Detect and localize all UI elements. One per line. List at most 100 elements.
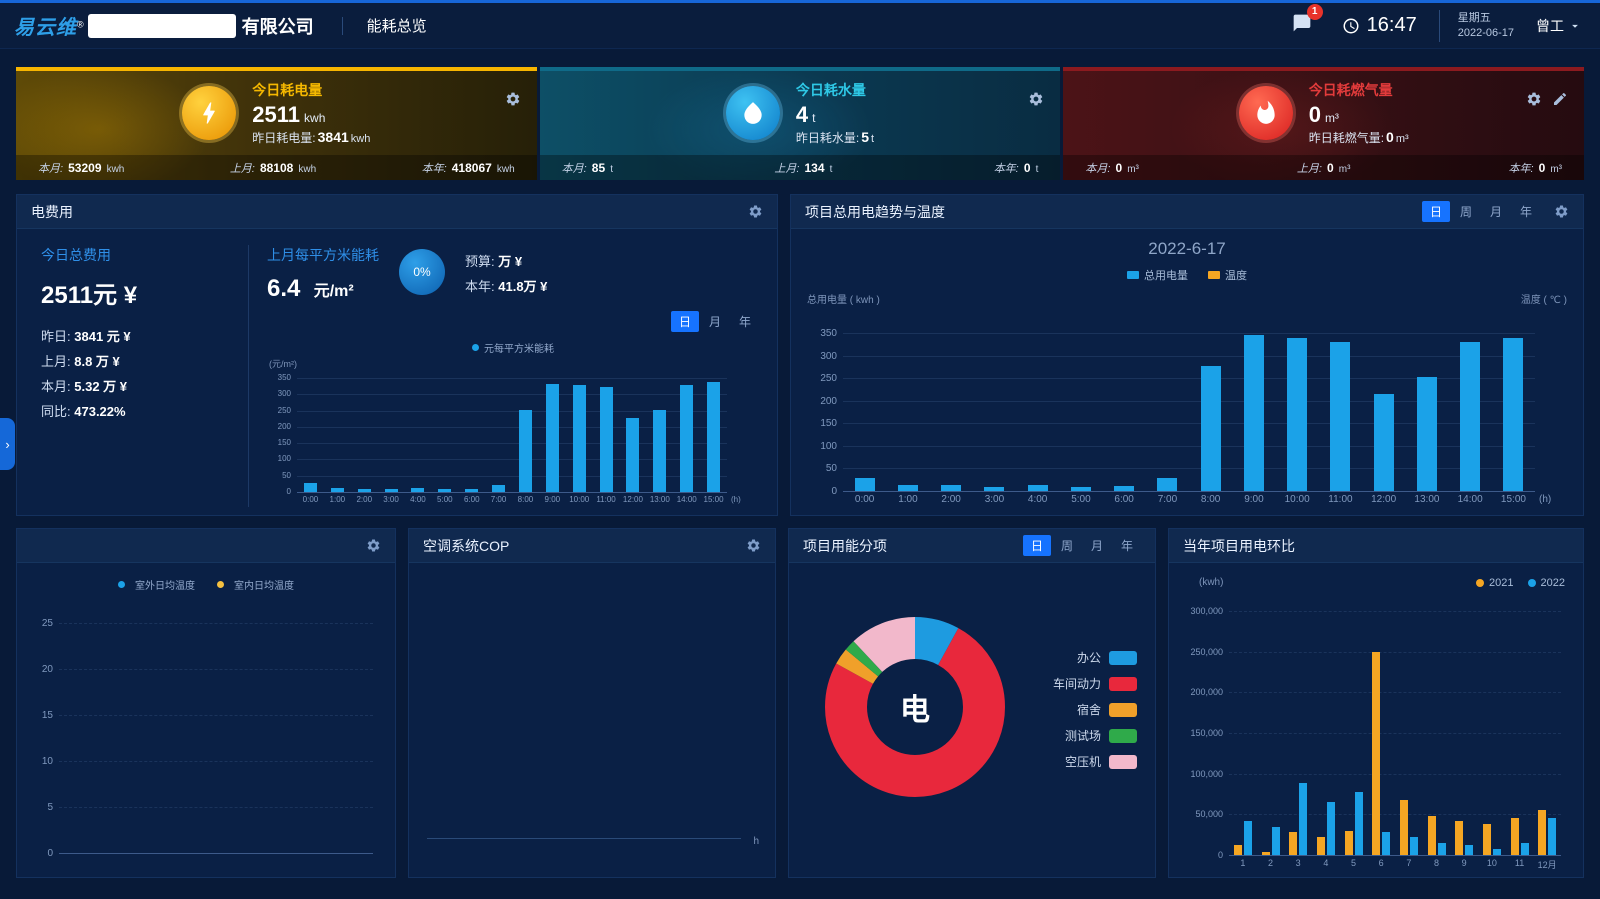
cost-chart-legend[interactable]: 元每平方米能耗 [267, 340, 759, 355]
y-axis-unit: (元/m²) [269, 357, 297, 370]
tab-month[interactable]: 月 [1083, 535, 1111, 556]
gear-icon[interactable] [1028, 91, 1044, 107]
cost-row: 昨日: 3841 元 ¥ [41, 324, 240, 349]
kpi-stats-strip: 本月: 0 m³ 上月: 0 m³ 本年: 0 m³ [1063, 155, 1584, 180]
stat-month: 本月: 85 t [562, 160, 613, 176]
stat-year: 本年: 0 t [994, 160, 1039, 176]
breakdown-tabs: 日 周 月 年 [1023, 535, 1141, 556]
topbar-divider [342, 17, 343, 35]
gear-icon[interactable] [746, 538, 761, 553]
logo-text: 易云维 [14, 17, 77, 39]
x-axis-line [427, 838, 741, 839]
energy-breakdown-panel: 项目用能分项 日 周 月 年 电 办公 车间动力 宿舍 测试场 空压机 [788, 528, 1156, 878]
y-axis-unit: (kwh) [1199, 577, 1223, 589]
axis-labels: 总用电量 ( kwh ) 温度 ( ℃ ) [791, 283, 1583, 306]
left-axis-label: 总用电量 ( kwh ) [807, 291, 880, 306]
user-menu[interactable]: 曾工 [1536, 16, 1582, 36]
sqm-energy-block: 上月每平方米能耗 6.4 元/m² [267, 245, 379, 317]
tab-month[interactable]: 月 [701, 311, 729, 332]
stat-year: 本年: 0 m³ [1508, 160, 1562, 176]
right-axis-label: 温度 ( ℃ ) [1521, 291, 1567, 306]
legend-dot [118, 581, 125, 588]
legend-swatch [1109, 651, 1137, 665]
kpi-stats-strip: 本月: 85 t 上月: 134 t 本年: 0 t [540, 155, 1061, 180]
kpi-value: 2511 [252, 102, 300, 127]
chevron-down-icon [1568, 19, 1582, 33]
budget-gauge: 0% [399, 249, 445, 295]
tab-day[interactable]: 日 [1023, 535, 1051, 556]
stat-last-month: 上月: 88108 kwh [230, 160, 316, 176]
gear-icon[interactable] [366, 538, 381, 553]
legend-item[interactable]: 室外日均温度 [118, 577, 195, 592]
water-drop-icon [726, 86, 780, 140]
edit-icon[interactable] [1552, 91, 1568, 107]
flame-icon [1239, 86, 1293, 140]
pie-legend-item[interactable]: 宿舍 [1053, 701, 1137, 718]
legend-swatch [1127, 271, 1139, 279]
cost-per-sqm-chart: 0501001502002503003500:001:002:003:004:0… [267, 372, 757, 507]
pie-legend-item[interactable]: 办公 [1053, 649, 1137, 666]
gear-icon[interactable] [1554, 204, 1569, 219]
stat-month: 本月: 0 m³ [1085, 160, 1139, 176]
menu-energy-overview[interactable]: 能耗总览 [367, 15, 427, 36]
power-trend-chart: 0501001502002503003500:001:002:003:004:0… [803, 327, 1571, 511]
tab-year[interactable]: 年 [731, 311, 759, 332]
legend-item[interactable]: 总用电量 [1127, 267, 1188, 283]
kpi-value: 4 [796, 102, 808, 127]
electricity-cost-panel: 电费用 今日总费用 2511元 ¥ 昨日: 3841 元 ¥ 上月: 8.8 万… [16, 194, 778, 516]
tab-month[interactable]: 月 [1482, 201, 1510, 222]
x-axis-unit: h [753, 836, 759, 847]
kpi-unit: m³ [1325, 111, 1339, 125]
kpi-yesterday: 昨日耗电量:3841kwh [252, 129, 370, 146]
stat-month: 本月: 53209 kwh [38, 160, 124, 176]
clock-icon [1342, 17, 1360, 35]
legend-item[interactable]: 温度 [1208, 267, 1247, 283]
legend-swatch [1109, 755, 1137, 769]
tab-year[interactable]: 年 [1113, 535, 1141, 556]
legend-dot [1528, 579, 1536, 587]
kpi-yesterday: 昨日耗水量:5t [796, 129, 874, 146]
pie-legend-item[interactable]: 测试场 [1053, 727, 1137, 744]
cost-chart-tabs: 日 月 年 [671, 311, 759, 332]
kpi-title: 今日耗电量 [252, 80, 370, 100]
legend-item[interactable]: 2021 [1476, 577, 1513, 589]
yoy-legend: 2021 2022 [1476, 577, 1565, 589]
temperature-legend: 室外日均温度 室内日均温度 [17, 563, 395, 592]
messages-button[interactable]: 1 [1292, 13, 1312, 38]
daily-temperature-panel: 室外日均温度 室内日均温度 0510152025 [16, 528, 396, 878]
panel-title: 项目用能分项 [803, 536, 887, 556]
sidebar-expander[interactable]: › [0, 418, 15, 470]
kpi-stats-strip: 本月: 53209 kwh 上月: 88108 kwh 本年: 418067 k… [16, 155, 537, 180]
gear-icon[interactable] [748, 204, 763, 219]
tab-year[interactable]: 年 [1512, 201, 1540, 222]
power-trend-panel: 项目总用电趋势与温度 日 周 月 年 2022-6-17 总用电量 [790, 194, 1584, 516]
logo: 易云维® [14, 11, 84, 40]
stat-last-month: 上月: 0 m³ [1297, 160, 1351, 176]
kpi-card-electricity: 今日耗电量 2511 kwh 昨日耗电量:3841kwh 本月: 53209 kw… [16, 67, 537, 180]
yoy-bar-chart: 050,000100,000150,000200,000250,000300,0… [1177, 605, 1571, 871]
budget-block: 预算: 万 ¥ 本年: 41.8万 ¥ [465, 249, 547, 299]
pie-legend-item[interactable]: 空压机 [1053, 753, 1137, 770]
dashboard-root: 易云维® 有限公司 能耗总览 1 16:47 星期五 2022- [0, 0, 1600, 899]
current-time: 16:47 [1367, 14, 1417, 37]
gear-icon[interactable] [505, 91, 521, 107]
kpi-unit: kwh [304, 111, 325, 125]
legend-item[interactable]: 室内日均温度 [217, 577, 294, 592]
pie-legend-item[interactable]: 车间动力 [1053, 675, 1137, 692]
gear-icon[interactable] [1526, 91, 1542, 107]
topbar: 易云维® 有限公司 能耗总览 1 16:47 星期五 2022- [0, 3, 1600, 49]
middle-row: 电费用 今日总费用 2511元 ¥ 昨日: 3841 元 ¥ 上月: 8.8 万… [16, 194, 1584, 516]
tab-day[interactable]: 日 [671, 311, 699, 332]
tab-week[interactable]: 周 [1452, 201, 1480, 222]
today-cost-label: 今日总费用 [41, 245, 240, 265]
chart-date-title: 2022-6-17 [791, 239, 1583, 259]
legend-swatch [1109, 729, 1137, 743]
tab-day[interactable]: 日 [1422, 201, 1450, 222]
legend-item[interactable]: 2022 [1528, 577, 1565, 589]
cost-row: 上月: 8.8 万 ¥ [41, 349, 240, 374]
cost-row: 本月: 5.32 万 ¥ [41, 374, 240, 399]
clock: 16:47 [1342, 14, 1417, 37]
trend-tabs: 日 周 月 年 [1422, 201, 1540, 222]
electricity-icon [182, 86, 236, 140]
tab-week[interactable]: 周 [1053, 535, 1081, 556]
